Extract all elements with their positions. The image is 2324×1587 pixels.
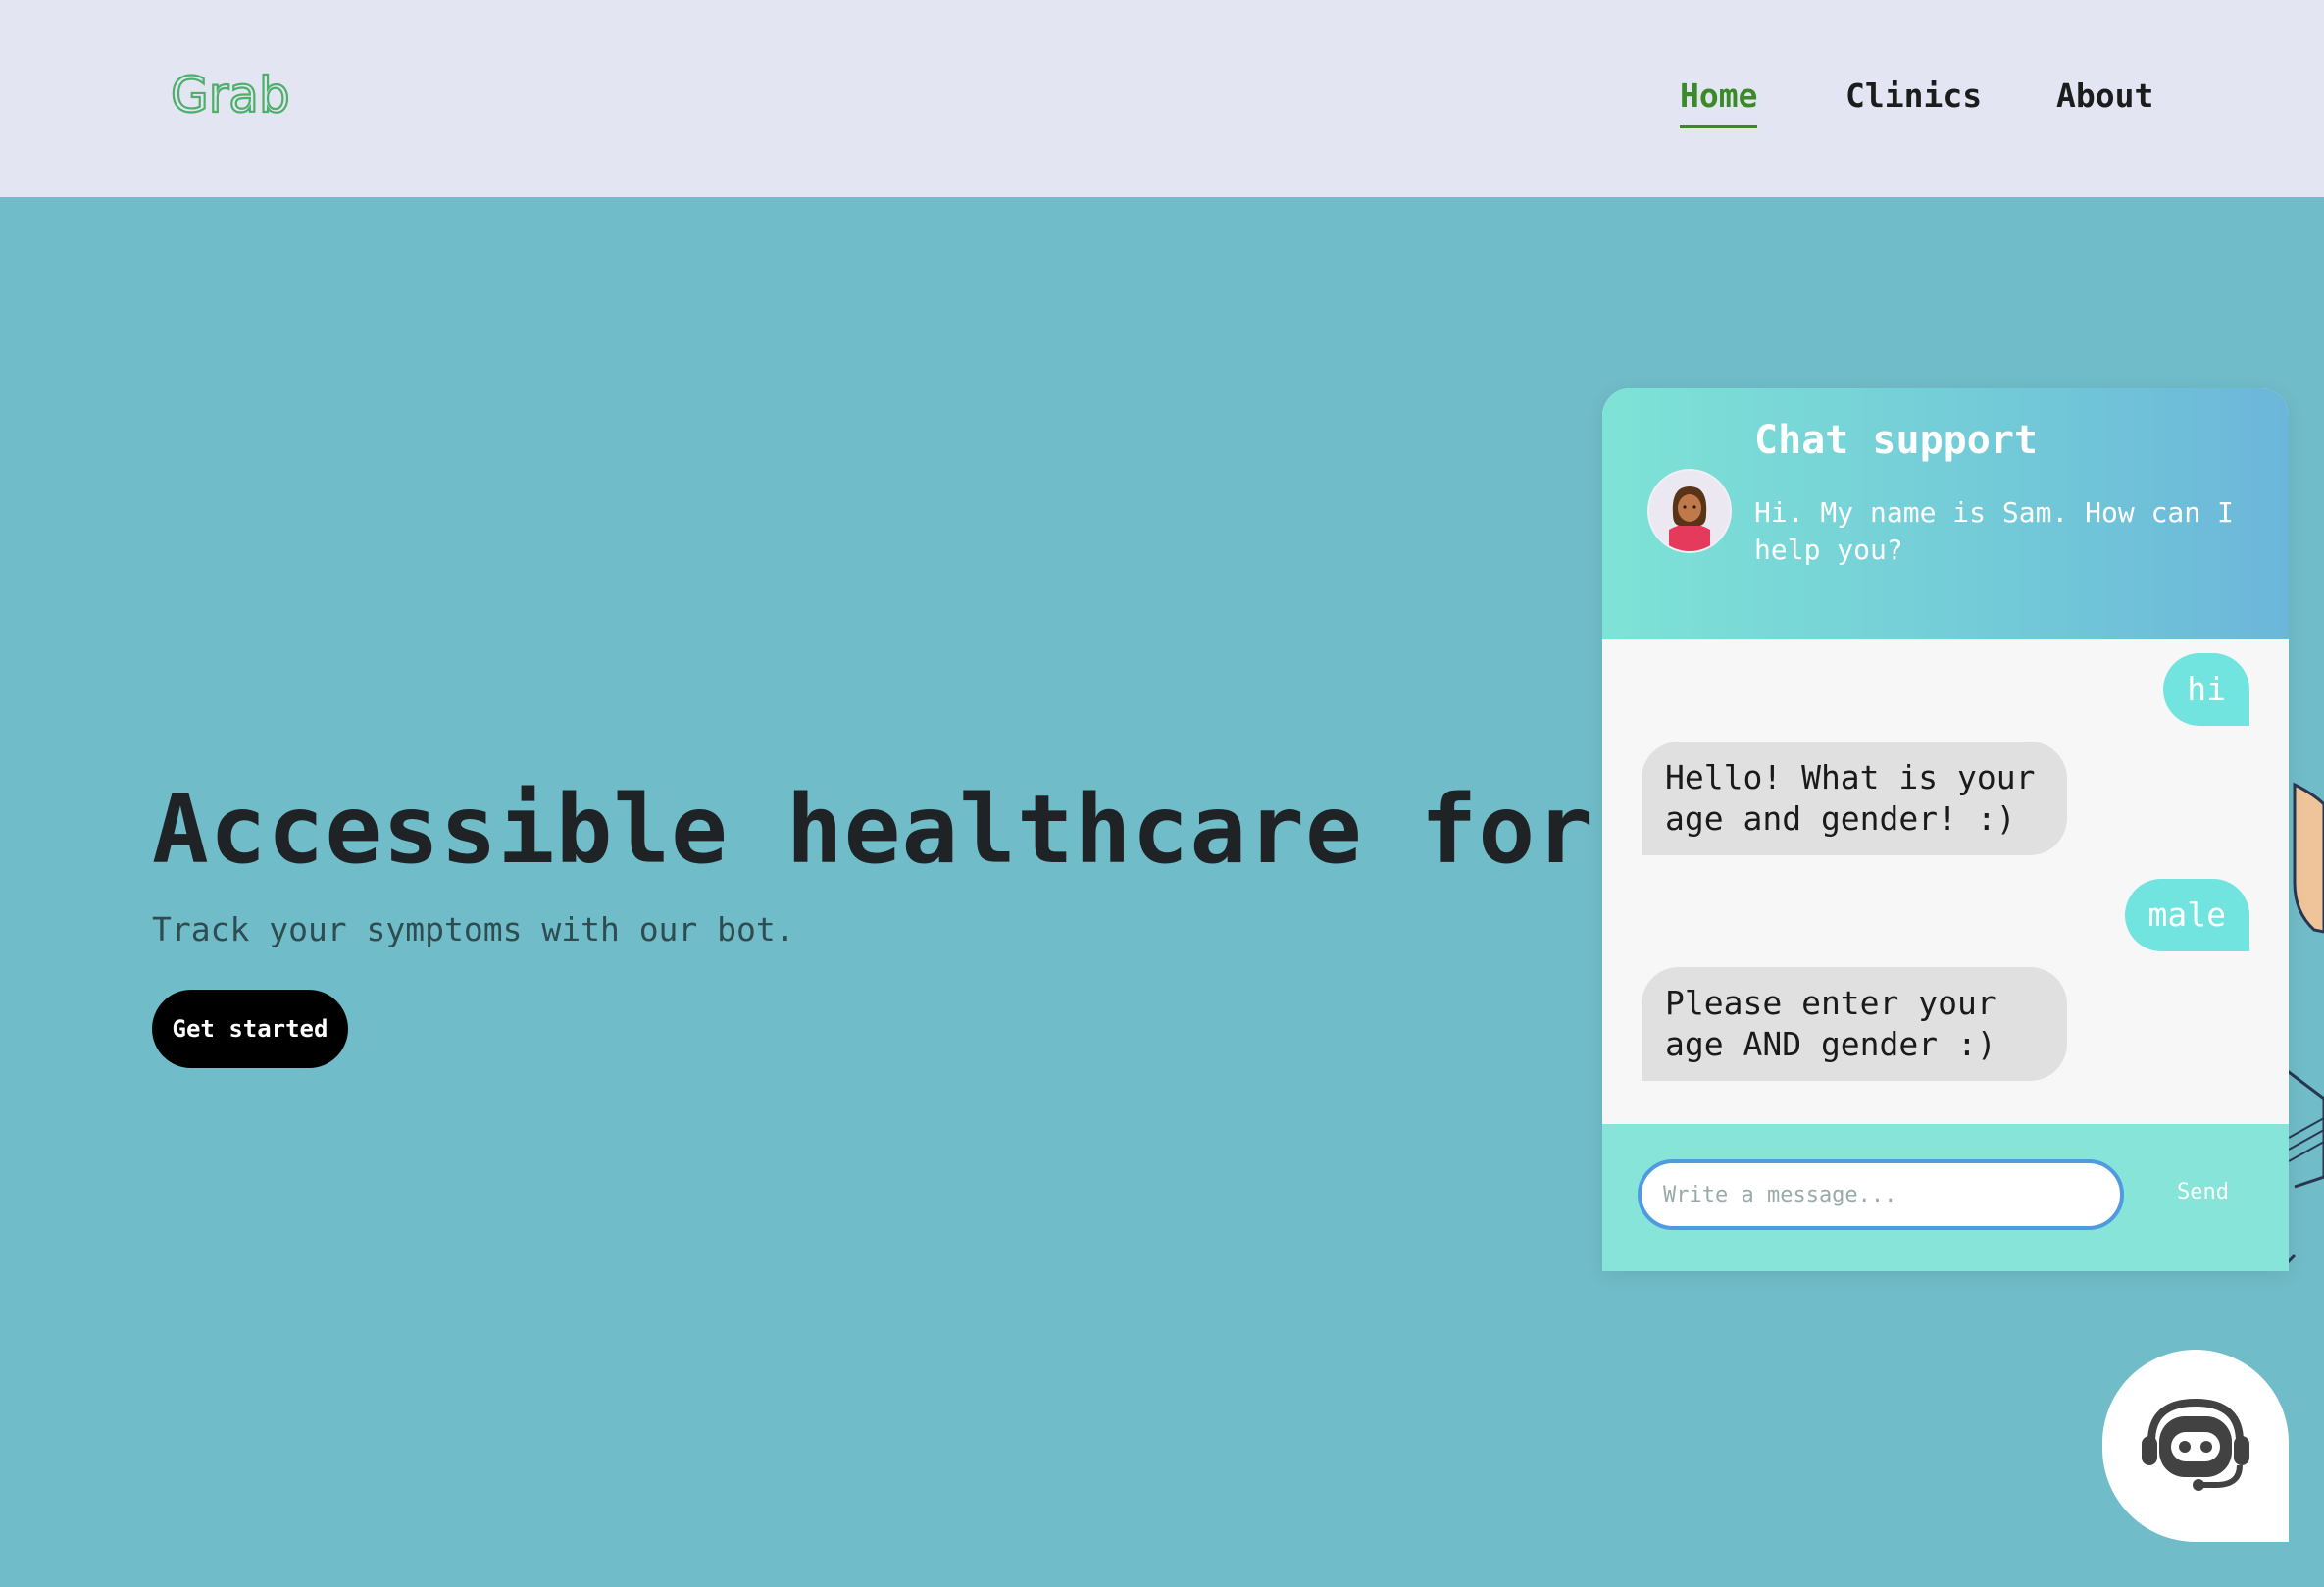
chat-header: Chat support Hi. My name is Sam. How can… bbox=[1602, 388, 2289, 639]
user-message: hi bbox=[2163, 653, 2249, 726]
nav-about-label: About bbox=[2056, 77, 2154, 115]
send-button[interactable]: Send bbox=[2171, 1179, 2235, 1205]
female-agent-avatar-icon bbox=[1647, 469, 1732, 553]
nav-home-link[interactable]: Home bbox=[1680, 77, 1758, 128]
chat-title: Chat support bbox=[1754, 418, 2038, 463]
nav-about-link[interactable]: About bbox=[2056, 77, 2153, 115]
chat-toggle-button[interactable] bbox=[2102, 1350, 2289, 1542]
chat-composer: Send bbox=[1602, 1124, 2289, 1271]
navbar: Grab Home Clinics About bbox=[0, 0, 2324, 197]
nav-active-underline bbox=[1680, 125, 1758, 128]
svg-text:Grab: Grab bbox=[171, 67, 290, 124]
support-bot-icon bbox=[2142, 1398, 2249, 1491]
message-input[interactable] bbox=[1638, 1159, 2124, 1230]
nav-clinics-label: Clinics bbox=[1845, 77, 1983, 115]
hero-subtitle: Track your symptoms with our bot. bbox=[152, 910, 795, 948]
nav-home-label: Home bbox=[1680, 77, 1758, 115]
chat-widget: Chat support Hi. My name is Sam. How can… bbox=[1602, 388, 2289, 1271]
chat-greeting: Hi. My name is Sam. How can I help you? bbox=[1754, 496, 2234, 566]
user-message: male bbox=[2124, 879, 2249, 951]
bot-message: Please enter your age AND gender :) bbox=[1642, 967, 2067, 1081]
hero-title: Accessible healthcare for e bbox=[152, 775, 1709, 885]
grab-logo[interactable]: Grab bbox=[169, 61, 296, 124]
bot-message: Hello! What is your age and gender! :) bbox=[1642, 742, 2067, 855]
message-list[interactable]: hi Hello! What is your age and gender! :… bbox=[1602, 639, 2289, 1119]
get-started-button[interactable]: Get started bbox=[152, 990, 348, 1068]
nav-clinics-link[interactable]: Clinics bbox=[1845, 77, 1982, 115]
